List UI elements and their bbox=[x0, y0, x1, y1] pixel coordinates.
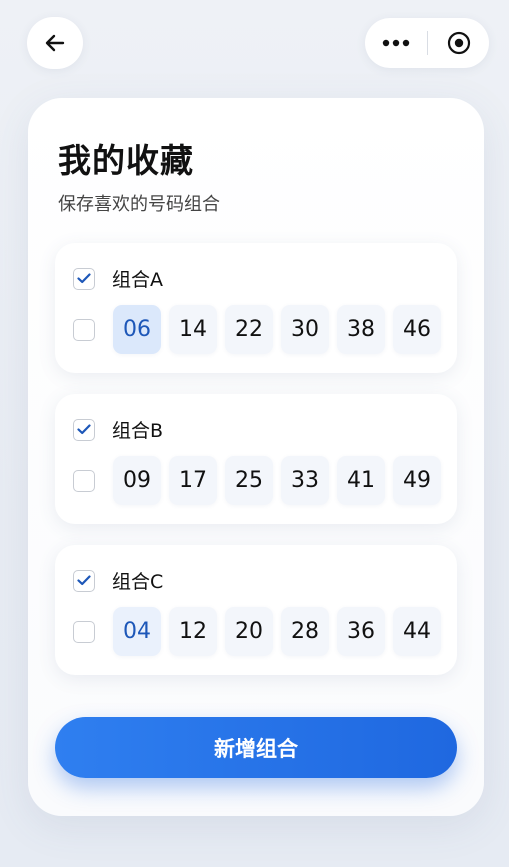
group-name: 组合A bbox=[112, 269, 163, 291]
group-header: 组合A bbox=[73, 265, 163, 292]
row-checkbox[interactable] bbox=[73, 318, 95, 341]
row-checkbox[interactable] bbox=[73, 469, 95, 492]
more-dots-icon bbox=[382, 39, 410, 47]
group-card: 组合B 09 17 25 33 41 49 bbox=[55, 394, 457, 524]
number-ball[interactable]: 49 bbox=[393, 456, 441, 505]
number-ball[interactable]: 33 bbox=[281, 456, 329, 505]
number-ball[interactable]: 38 bbox=[337, 305, 385, 354]
number-row: 09 17 25 33 41 49 bbox=[73, 456, 449, 505]
number-ball[interactable]: 06 bbox=[113, 305, 161, 354]
number-ball[interactable]: 41 bbox=[337, 456, 385, 505]
miniapp-capsule bbox=[365, 18, 489, 68]
number-ball[interactable]: 44 bbox=[393, 607, 441, 656]
group-checkbox[interactable] bbox=[73, 267, 95, 290]
number-ball[interactable]: 09 bbox=[113, 456, 161, 505]
group-header: 组合C bbox=[73, 567, 163, 594]
number-ball[interactable]: 28 bbox=[281, 607, 329, 656]
number-ball[interactable]: 17 bbox=[169, 456, 217, 505]
page-title: 我的收藏 bbox=[58, 141, 194, 180]
back-button[interactable] bbox=[27, 17, 83, 69]
group-checkbox[interactable] bbox=[73, 418, 95, 441]
group-name: 组合B bbox=[112, 420, 164, 442]
group-card: 组合C 04 12 20 28 36 44 bbox=[55, 545, 457, 675]
group-checkbox[interactable] bbox=[73, 569, 95, 592]
add-group-button[interactable]: 新增组合 bbox=[55, 717, 457, 778]
group-header: 组合B bbox=[73, 416, 163, 443]
number-ball[interactable]: 20 bbox=[225, 607, 273, 656]
close-miniapp-button[interactable] bbox=[428, 18, 489, 68]
more-button[interactable] bbox=[365, 18, 427, 68]
number-row: 06 14 22 30 38 46 bbox=[73, 305, 449, 354]
arrow-left-icon bbox=[45, 34, 65, 52]
number-ball[interactable]: 04 bbox=[113, 607, 161, 656]
group-card: 组合A 06 14 22 30 38 46 bbox=[55, 243, 457, 373]
number-ball[interactable]: 46 bbox=[393, 305, 441, 354]
number-ball[interactable]: 12 bbox=[169, 607, 217, 656]
number-ball[interactable]: 14 bbox=[169, 305, 217, 354]
number-ball[interactable]: 22 bbox=[225, 305, 273, 354]
checkmark-icon bbox=[77, 575, 91, 586]
number-ball[interactable]: 30 bbox=[281, 305, 329, 354]
number-ball[interactable]: 25 bbox=[225, 456, 273, 505]
page-subtitle: 保存喜欢的号码组合 bbox=[58, 194, 220, 215]
number-ball[interactable]: 36 bbox=[337, 607, 385, 656]
number-row: 04 12 20 28 36 44 bbox=[73, 607, 449, 656]
target-icon bbox=[447, 31, 470, 55]
checkmark-icon bbox=[77, 424, 91, 435]
row-checkbox[interactable] bbox=[73, 620, 95, 643]
checkmark-icon bbox=[77, 273, 91, 284]
favorites-card: 我的收藏 保存喜欢的号码组合 组合A 06 14 22 30 38 46 组合B 09 17 25 3… bbox=[28, 98, 484, 816]
group-name: 组合C bbox=[112, 571, 164, 593]
